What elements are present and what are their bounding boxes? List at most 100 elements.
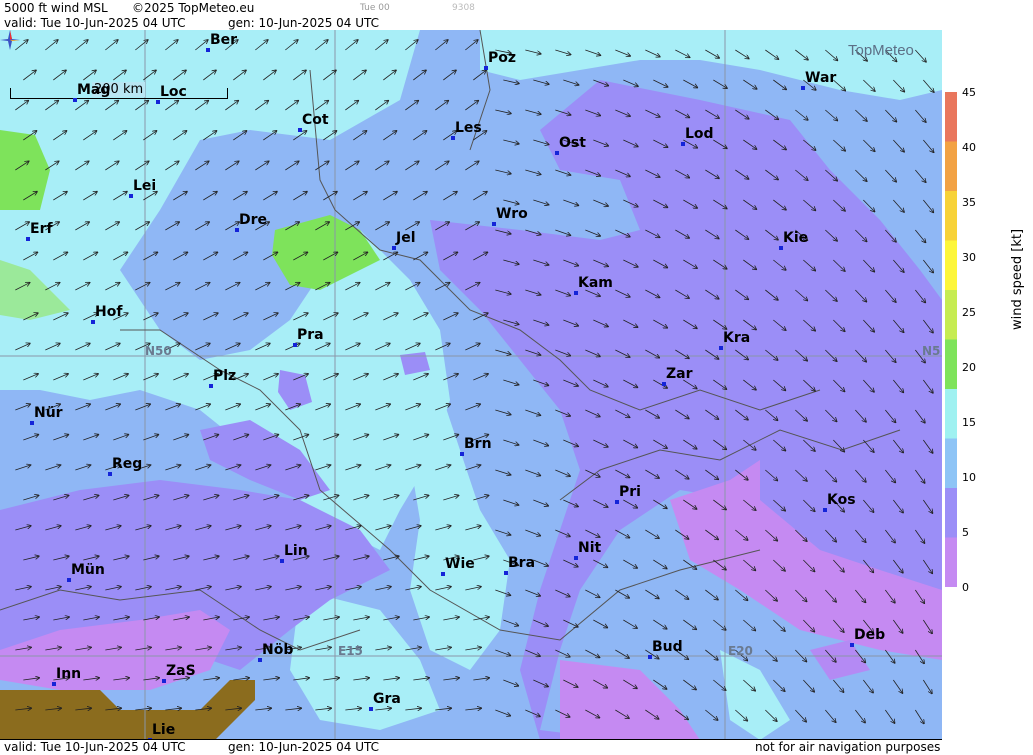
city-label: Kra (723, 330, 751, 346)
legend-tick-label: 25 (962, 306, 976, 319)
city-label: Poz (488, 50, 517, 66)
city-label: Bra (508, 555, 536, 571)
city-marker (73, 98, 77, 102)
city-marker (484, 66, 488, 70)
legend-swatch (945, 141, 957, 192)
city-marker (801, 86, 805, 90)
copyright-text: ©2025 TopMeteo.eu (132, 1, 255, 15)
legend-tick-label: 5 (962, 526, 969, 539)
legend-swatch (945, 240, 957, 291)
valid-time: valid: Tue 10-Jun-2025 04 UTC (4, 16, 186, 30)
city-marker (108, 472, 112, 476)
city-marker (156, 100, 160, 104)
run-code: 9308 (452, 3, 475, 13)
city-label: Kos (827, 492, 856, 508)
city-marker (850, 643, 854, 647)
city-marker (779, 246, 783, 250)
lat-label-right: N5 (922, 344, 941, 358)
city-label: Reg (112, 456, 143, 472)
city-label: Lod (685, 126, 714, 142)
legend-swatch (945, 537, 957, 587)
city-label: Plz (213, 368, 237, 384)
city-label: Jel (396, 230, 416, 246)
city-label: Zar (666, 366, 693, 382)
city-marker (823, 508, 827, 512)
color-bar (945, 92, 957, 587)
city-label: Pri (619, 484, 641, 500)
map-footer: valid: Tue 10-Jun-2025 04 UTC gen: 10-Ju… (0, 739, 942, 755)
compass-icon (0, 30, 20, 50)
legend-tick-label: 20 (962, 361, 976, 374)
city-marker (52, 682, 56, 686)
city-label: Lei (133, 178, 157, 194)
generated-time: gen: 10-Jun-2025 04 UTC (228, 16, 380, 30)
city-label: Ost (559, 135, 586, 151)
city-label: Deb (854, 627, 886, 643)
legend-tick-label: 0 (962, 581, 969, 594)
city-label: Nöb (262, 642, 294, 658)
legend-title: wind speed [kt] (1010, 228, 1025, 330)
city-label: War (805, 70, 837, 86)
city-label: Lie (152, 722, 176, 738)
city-label: Mag (77, 82, 111, 98)
city-marker (235, 228, 239, 232)
city-label: Nit (578, 540, 602, 556)
color-legend: 45 40 35 30 25 20 15 10 5 0 wind speed [kt] (942, 0, 1033, 754)
legend-swatch (945, 389, 957, 439)
city-marker (648, 655, 652, 659)
city-marker (209, 384, 213, 388)
city-label: Wro (496, 206, 528, 222)
city-label: Les (455, 120, 482, 136)
city-marker (460, 452, 464, 456)
footer-generated-time: gen: 10-Jun-2025 04 UTC (228, 740, 380, 754)
city-marker (615, 500, 619, 504)
legend-tick-label: 45 (962, 86, 976, 99)
product-title: 5000 ft wind MSL (4, 1, 108, 15)
city-marker (258, 658, 262, 662)
city-marker (91, 320, 95, 324)
city-marker (293, 343, 297, 347)
city-marker (662, 382, 666, 386)
city-marker (67, 578, 71, 582)
city-marker (451, 136, 455, 140)
city-marker (30, 421, 34, 425)
city-label: Gra (373, 691, 401, 707)
legend-tick-label: 30 (962, 251, 976, 264)
city-marker (392, 246, 396, 250)
disclaimer-text: not for air navigation purposes (755, 740, 941, 754)
city-label: Loc (160, 84, 187, 100)
city-label: Dre (239, 212, 268, 228)
city-label: Nür (34, 405, 63, 421)
city-marker (681, 142, 685, 146)
city-marker (574, 291, 578, 295)
city-label: Pra (297, 327, 324, 343)
city-marker (26, 237, 30, 241)
forecast-step: Tue 00 (360, 3, 390, 13)
legend-swatch (945, 488, 957, 538)
city-label: Brn (464, 436, 492, 452)
city-label: Hof (95, 304, 123, 320)
city-marker (441, 572, 445, 576)
city-label: Wie (445, 556, 475, 572)
wind-map[interactable]: 200 km N50 N5 E15 E20 Ber Poz War Mag Loc Cot… (0, 30, 942, 740)
city-marker (129, 194, 133, 198)
city-marker (492, 222, 496, 226)
legend-tick-label: 35 (962, 196, 976, 209)
legend-tick-label: 40 (962, 141, 976, 154)
city-label: Kie (783, 230, 809, 246)
city-marker (574, 556, 578, 560)
city-label: Mün (71, 562, 105, 578)
city-marker (162, 679, 166, 683)
city-marker (280, 559, 284, 563)
legend-swatch (945, 92, 957, 142)
city-marker (298, 128, 302, 132)
legend-swatch (945, 290, 957, 340)
legend-swatch (945, 438, 957, 489)
city-label: Lin (284, 543, 308, 559)
lon-label-e20: E20 (728, 644, 753, 658)
legend-tick-label: 10 (962, 471, 976, 484)
map-header: 5000 ft wind MSL ©2025 TopMeteo.eu Tue 0… (0, 0, 942, 30)
city-label: Ber (210, 32, 238, 48)
city-marker (719, 346, 723, 350)
city-label: ZaS (166, 663, 196, 679)
